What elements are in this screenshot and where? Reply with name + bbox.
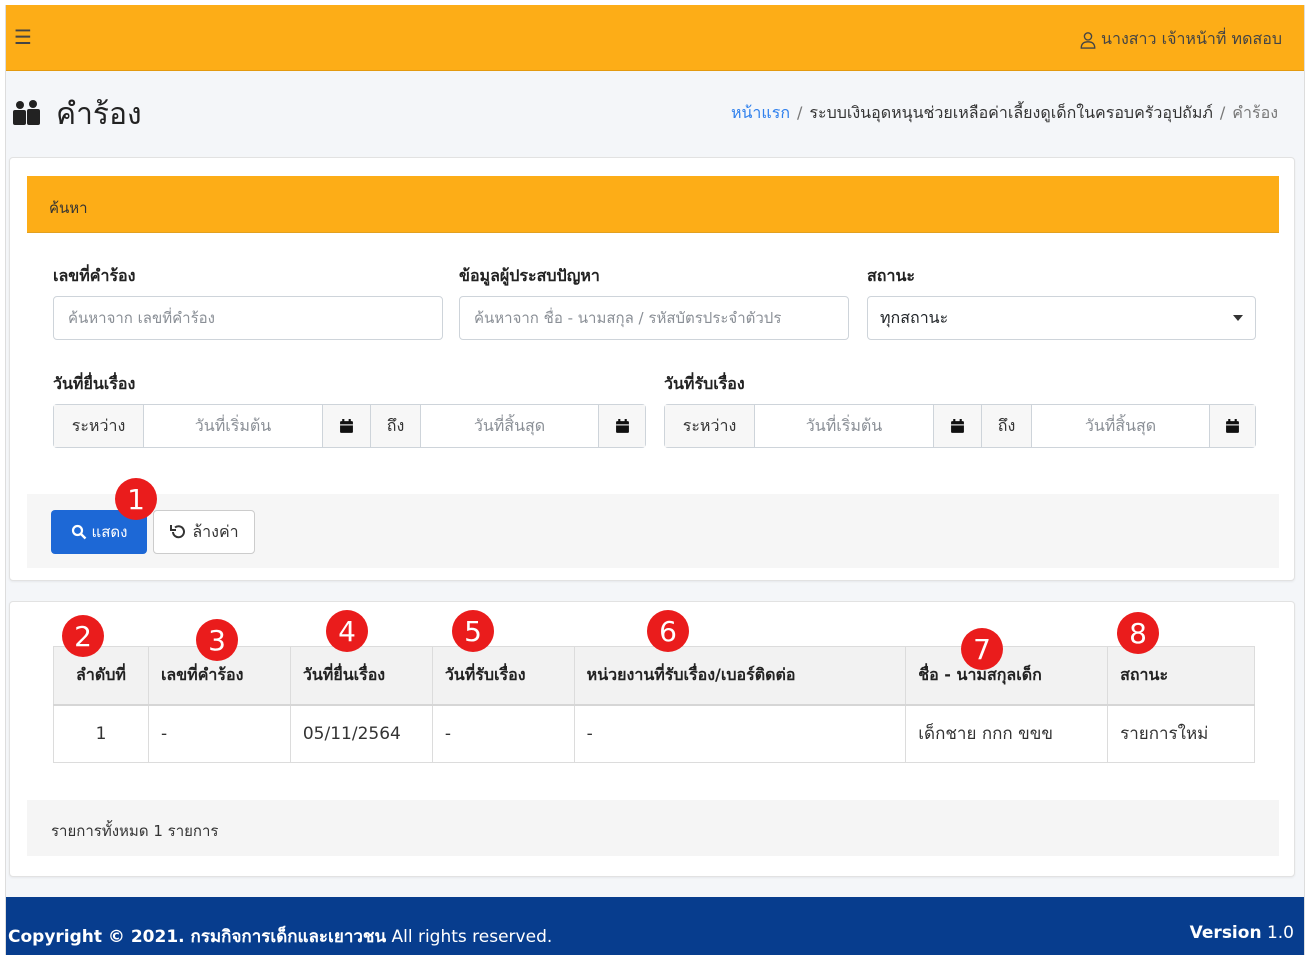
request-no-input[interactable] [53,296,443,340]
calendar-icon [951,418,964,433]
submit-start-calendar-button[interactable] [323,405,371,447]
annotation-badge-8: 8 [1117,612,1159,654]
column-header-no[interactable]: ลำดับที่ [53,646,149,706]
submit-end-date-input[interactable]: วันที่สิ้นสุด [421,405,599,447]
calendar-icon [615,418,629,433]
version-number: 1.0 [1266,923,1294,943]
clear-button[interactable]: ล้างค่า [153,510,255,554]
cell-request-no: - [147,704,291,763]
page-header: คำร้อง หน้าแรก / ระบบเงินอุดหนุนช่วยเหลือค… [6,71,1304,155]
submit-to-label: ถึง [371,405,421,447]
receive-to-label: ถึง [982,405,1032,447]
app-frame: ☰ นางสาว เจ้าหน้าที่ ทดสอบ คำร้อง หน้าแร… [5,5,1305,955]
victim-info-input[interactable] [459,296,849,340]
submit-end-calendar-button[interactable] [599,405,645,447]
search-actions: แสดง ล้างค่า [27,494,1279,568]
request-no-label: เลขที่คำร้อง [53,266,136,285]
annotation-badge-7: 7 [961,628,1003,670]
column-header-status[interactable]: สถานะ [1107,646,1255,706]
version-text: Version 1.0 [1190,923,1294,943]
receive-start-date-input[interactable]: วันที่เริ่มต้น [755,405,934,447]
submit-date-label: วันที่ยื่นเรื่อง [53,374,136,393]
breadcrumb: หน้าแรก / ระบบเงินอุดหนุนช่วยเหลือค่าเลี้ย… [731,101,1278,126]
show-button-label: แสดง [91,523,128,541]
column-header-agency[interactable]: หน่วยงานที่รับเรื่อง/เบอร์ติดต่อ [573,646,907,706]
receive-date-label: วันที่รับเรื่อง [664,374,745,393]
breadcrumb-separator: / [797,103,803,122]
submit-date-range: ระหว่าง วันที่เริ่มต้น ถึง วันที่สิ้นสุด [53,404,646,448]
copyright-prefix: Copyright © 2021. [8,927,191,947]
breadcrumb-section: ระบบเงินอุดหนุนช่วยเหลือค่าเลี้ยงดูเด็กใ… [809,103,1213,122]
user-menu[interactable]: นางสาว เจ้าหน้าที่ ทดสอบ [1079,27,1282,52]
user-icon [1080,31,1096,49]
copyright-rights: All rights reserved. [386,927,553,947]
column-header-receive-date[interactable]: วันที่รับเรื่อง [431,646,575,706]
breadcrumb-current: คำร้อง [1232,103,1278,122]
cell-receive-date: - [431,704,575,763]
submit-start-date-input[interactable]: วันที่เริ่มต้น [144,405,323,447]
calendar-icon [340,418,353,433]
search-card-header: ค้นหา [27,176,1279,233]
annotation-badge-3: 3 [196,619,238,661]
receive-end-calendar-button[interactable] [1210,405,1255,447]
receive-between-label: ระหว่าง [665,405,755,447]
search-icon [71,524,86,540]
cell-no: 1 [53,704,149,763]
search-heading: ค้นหา [49,199,88,217]
cell-submit-date: 05/11/2564 [289,704,433,763]
top-navbar: ☰ นางสาว เจ้าหน้าที่ ทดสอบ [6,5,1304,71]
column-header-child-name[interactable]: ชื่อ - นามสกุลเด็ก [905,646,1109,706]
copyright-text: Copyright © 2021. กรมกิจการเด็กและเยาวชน… [8,923,552,950]
receive-start-calendar-button[interactable] [934,405,982,447]
annotation-badge-4: 4 [326,610,368,652]
annotation-badge-2: 2 [62,615,104,657]
column-header-submit-date[interactable]: วันที่ยื่นเรื่อง [289,646,433,706]
footer: Copyright © 2021. กรมกิจการเด็กและเยาวชน… [6,897,1304,955]
version-label: Version [1189,923,1262,943]
search-card: ค้นหา เลขที่คำร้อง ข้อมูลผู้ประสบปัญหา ส… [9,157,1295,581]
copyright-org: กรมกิจการเด็กและเยาวชน [190,927,387,947]
calendar-icon [1226,418,1239,433]
breadcrumb-separator: / [1219,103,1226,122]
table-row[interactable]: 1 - 05/11/2564 - - เด็กชาย กกก ขขข รายกา… [53,704,1255,763]
receive-date-range: ระหว่าง วันที่เริ่มต้น ถึง วันที่สิ้นสุด [664,404,1256,448]
annotation-badge-6: 6 [647,610,689,652]
cell-status: รายการใหม่ [1107,704,1255,763]
annotation-badge-1: 1 [115,478,157,520]
hamburger-icon[interactable]: ☰ [14,25,32,49]
total-count: รายการทั้งหมด 1 รายการ [51,822,219,840]
clear-button-label: ล้างค่า [192,521,239,541]
cell-agency: - [573,704,907,763]
results-table: ลำดับที่ เลขที่คำร้อง วันที่ยื่นเรื่อง ว… [53,646,1255,763]
victim-info-label: ข้อมูลผู้ประสบปัญหา [459,266,600,285]
status-label: สถานะ [867,266,915,285]
user-name: นางสาว เจ้าหน้าที่ ทดสอบ [1101,29,1282,48]
users-icon [13,100,40,125]
table-header-row: ลำดับที่ เลขที่คำร้อง วันที่ยื่นเรื่อง ว… [53,646,1255,706]
page-title: คำร้อง [56,97,142,132]
chevron-down-icon [1233,315,1243,321]
status-selected-value: ทุกสถานะ [880,307,949,327]
annotation-badge-5: 5 [452,610,494,652]
cell-child-name: เด็กชาย กกก ขขข [905,704,1109,763]
status-select[interactable]: ทุกสถานะ [867,296,1256,340]
results-summary: รายการทั้งหมด 1 รายการ [27,800,1279,856]
submit-between-label: ระหว่าง [54,405,144,447]
breadcrumb-home-link[interactable]: หน้าแรก [731,103,790,122]
undo-icon [170,525,186,539]
receive-end-date-input[interactable]: วันที่สิ้นสุด [1032,405,1210,447]
